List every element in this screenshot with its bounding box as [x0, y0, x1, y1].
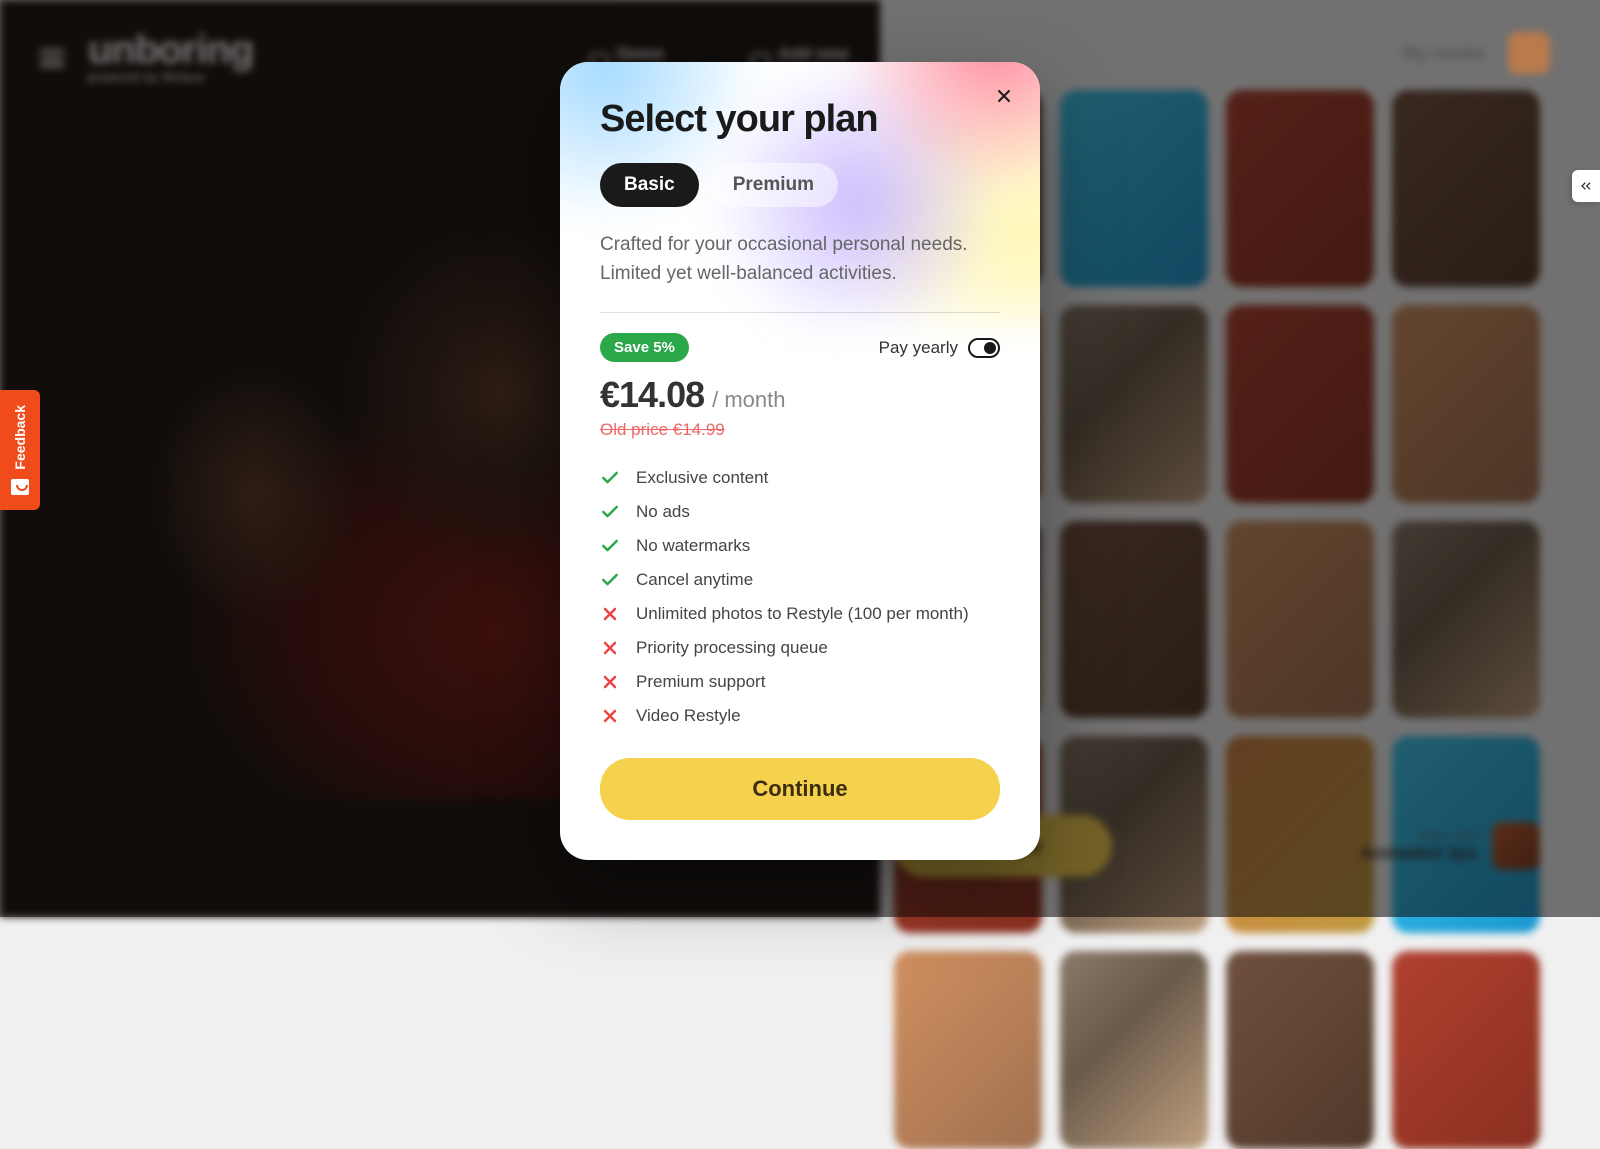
smiley-icon — [11, 479, 29, 495]
modal-title: Select your plan — [600, 98, 1000, 141]
style-card[interactable] — [1226, 90, 1374, 287]
style-card[interactable] — [1392, 305, 1540, 502]
feature-text: Priority processing queue — [636, 638, 828, 658]
feature-text: Exclusive content — [636, 468, 768, 488]
tab-basic[interactable]: Basic — [600, 163, 699, 207]
check-icon — [600, 502, 620, 522]
logo-subtitle: powered by Reface — [88, 72, 253, 84]
feature-text: No watermarks — [636, 536, 750, 556]
active-style-hint: Active style — [1360, 829, 1478, 843]
old-price: Old price €14.99 — [600, 420, 725, 440]
feature-item: No watermarks — [600, 536, 1000, 556]
style-card[interactable] — [1226, 951, 1374, 1148]
feature-text: Premium support — [636, 672, 765, 692]
feature-text: Video Restyle — [636, 706, 741, 726]
cross-icon — [600, 672, 620, 692]
brand-logo: unboring powered by Reface — [88, 32, 253, 84]
feature-item: Video Restyle — [600, 706, 1000, 726]
style-card[interactable] — [1060, 951, 1208, 1148]
continue-button[interactable]: Continue — [600, 758, 1000, 820]
feedback-label: Feedback — [12, 405, 28, 470]
active-style-name: Animated 3ps — [1360, 843, 1478, 864]
feature-item: Unlimited photos to Restyle (100 per mon… — [600, 604, 1000, 624]
style-card[interactable] — [1060, 305, 1208, 502]
my-media-link[interactable]: My media — [1402, 43, 1484, 64]
style-card[interactable] — [1060, 521, 1208, 718]
feature-text: No ads — [636, 502, 690, 522]
logo-main: unboring — [88, 32, 253, 68]
divider — [600, 312, 1000, 313]
feature-text: Unlimited photos to Restyle (100 per mon… — [636, 604, 969, 624]
feature-list: Exclusive content No ads No watermarks Canc… — [600, 468, 1000, 726]
avatar[interactable] — [1508, 32, 1550, 74]
feature-text: Cancel anytime — [636, 570, 753, 590]
chevrons-icon — [1578, 178, 1594, 194]
active-style-selector[interactable]: Active style Animated 3ps — [1360, 822, 1540, 870]
cross-icon — [600, 638, 620, 658]
plan-tabs: Basic Premium — [600, 163, 1000, 207]
feature-item: Exclusive content — [600, 468, 1000, 488]
plan-description: Crafted for your occasional personal nee… — [600, 231, 980, 288]
header-right: My media — [1402, 32, 1550, 74]
feature-item: No ads — [600, 502, 1000, 522]
close-button[interactable] — [990, 82, 1018, 110]
toggle-switch[interactable] — [968, 338, 1000, 358]
plan-modal: Select your plan Basic Premium Crafted f… — [560, 62, 1040, 860]
style-card[interactable] — [894, 951, 1042, 1148]
menu-icon[interactable] — [40, 49, 64, 67]
style-card[interactable] — [1226, 305, 1374, 502]
cross-icon — [600, 706, 620, 726]
price-period: / month — [712, 387, 785, 413]
tab-premium[interactable]: Premium — [709, 163, 838, 207]
close-icon — [994, 86, 1014, 106]
check-icon — [600, 536, 620, 556]
active-style-thumb — [1492, 822, 1540, 870]
feature-item: Premium support — [600, 672, 1000, 692]
style-card[interactable] — [1060, 90, 1208, 287]
pay-yearly-label: Pay yearly — [879, 338, 958, 358]
style-card[interactable] — [1392, 90, 1540, 287]
check-icon — [600, 570, 620, 590]
style-card[interactable] — [1392, 951, 1540, 1148]
feature-item: Cancel anytime — [600, 570, 1000, 590]
style-card[interactable] — [1226, 521, 1374, 718]
cross-icon — [600, 604, 620, 624]
check-icon — [600, 468, 620, 488]
style-card[interactable] — [1392, 521, 1540, 718]
feedback-tab[interactable]: Feedback — [0, 390, 40, 510]
price-amount: €14.08 — [600, 374, 704, 416]
feature-item: Priority processing queue — [600, 638, 1000, 658]
pay-yearly-toggle[interactable]: Pay yearly — [879, 338, 1000, 358]
panel-collapse-handle[interactable] — [1572, 170, 1600, 202]
save-badge: Save 5% — [600, 333, 689, 362]
